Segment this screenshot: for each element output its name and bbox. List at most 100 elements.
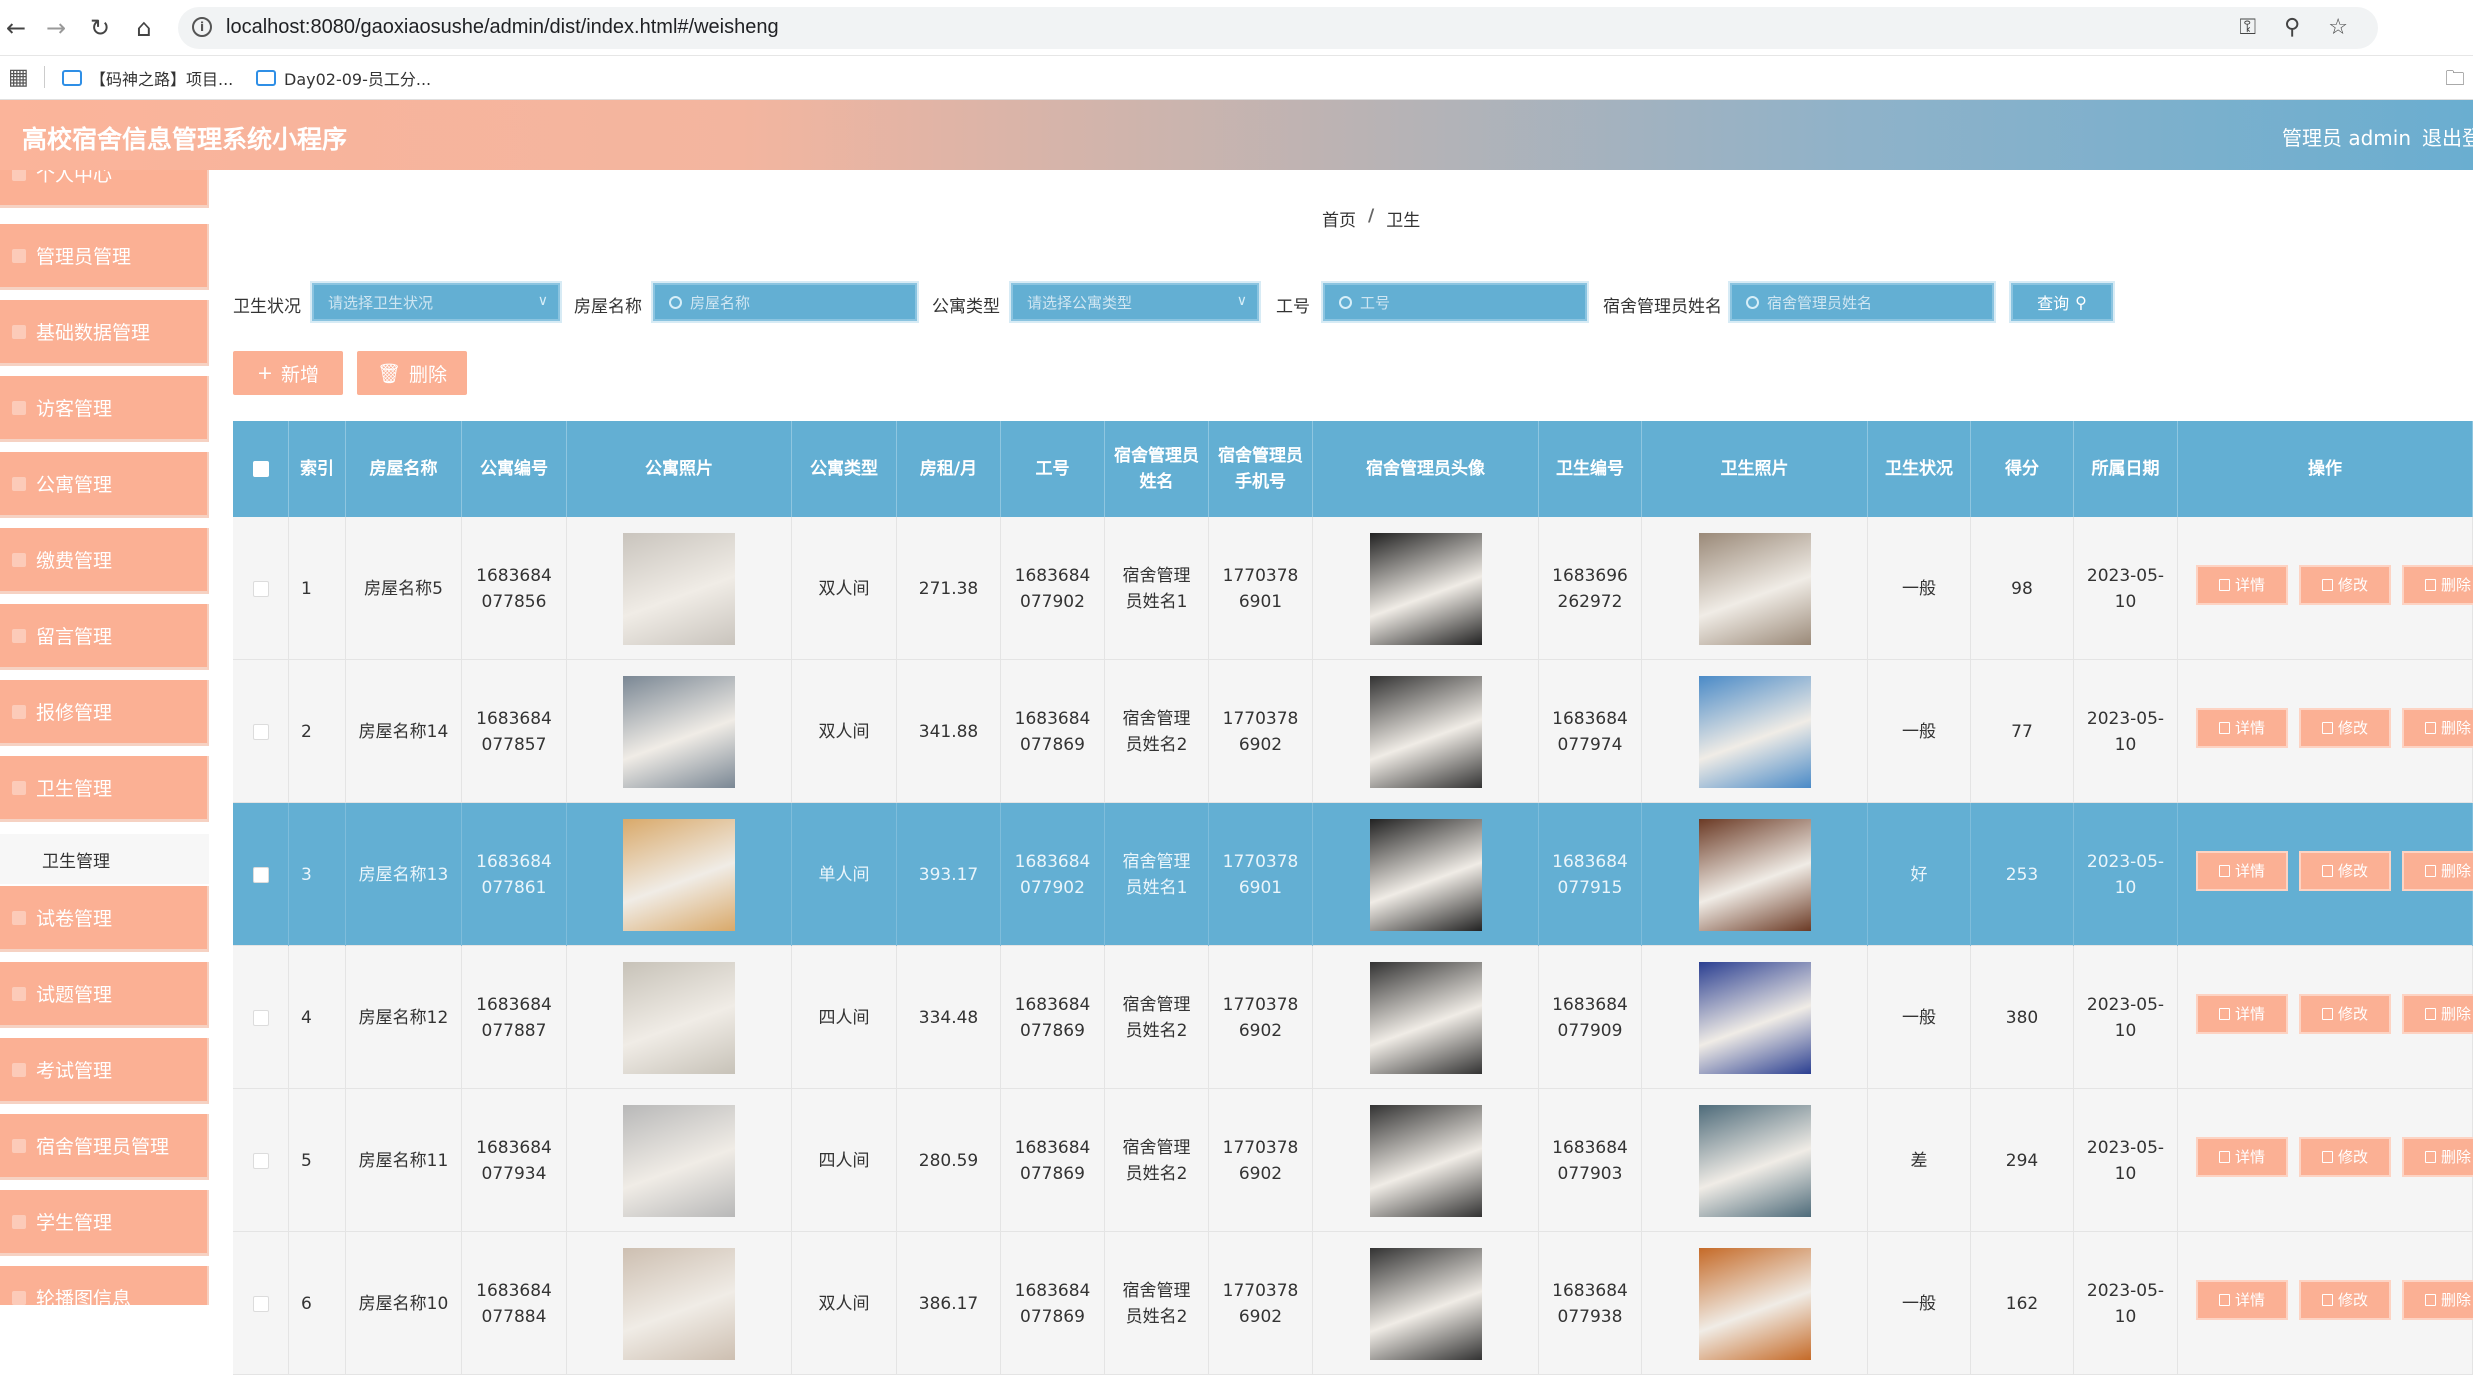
hygiene-photo[interactable] xyxy=(1698,818,1811,931)
column-header[interactable]: 宿舍管理员头像 xyxy=(1313,421,1539,517)
table-row[interactable]: 5 房屋名称11 1683684077934 四人间 280.59 16836840778… xyxy=(233,1089,2473,1232)
apartment-photo[interactable] xyxy=(623,1104,735,1217)
back-icon[interactable]: ← xyxy=(0,12,32,44)
column-header[interactable]: 公寓编号 xyxy=(462,421,567,517)
row-delete-button[interactable]: 删除 xyxy=(2402,1137,2473,1177)
folder-icon[interactable]: 🗀 xyxy=(2445,64,2465,98)
edit-button[interactable]: 修改 xyxy=(2299,851,2391,891)
address-bar[interactable]: i localhost:8080/gaoxiaosushe/admin/dist… xyxy=(178,7,2378,49)
logout-link[interactable]: 退出登 xyxy=(2422,122,2473,151)
row-checkbox[interactable] xyxy=(252,1152,269,1169)
home-icon[interactable]: ⌂ xyxy=(128,12,160,44)
manager-avatar[interactable] xyxy=(1369,1247,1482,1360)
delete-button[interactable]: 🗑 删除 xyxy=(357,351,467,395)
table-row[interactable]: 4 房屋名称12 1683684077887 四人间 334.48 16836840778… xyxy=(233,946,2473,1089)
forward-icon[interactable]: → xyxy=(40,12,72,44)
column-header[interactable]: 宿舍管理员手机号 xyxy=(1209,421,1313,517)
detail-button[interactable]: 详情 xyxy=(2196,708,2288,748)
row-checkbox[interactable] xyxy=(252,1295,269,1312)
row-delete-button[interactable]: 删除 xyxy=(2402,1280,2473,1320)
detail-button[interactable]: 详情 xyxy=(2196,994,2288,1034)
column-header[interactable]: 房屋名称 xyxy=(346,421,462,517)
sidebar-item-dorm-manager[interactable]: 宿舍管理员管理 xyxy=(0,1114,209,1180)
site-info-icon[interactable]: i xyxy=(192,17,212,37)
table-row[interactable]: 3 房屋名称13 1683684077861 单人间 393.17 16836840779… xyxy=(233,803,2473,946)
zoom-icon[interactable]: ⚲ xyxy=(2284,15,2300,40)
column-header[interactable]: 索引 xyxy=(289,421,346,517)
sidebar-subitem-hygiene[interactable]: 卫生管理 xyxy=(0,834,209,884)
sidebar-item-admin[interactable]: 管理员管理 xyxy=(0,224,209,290)
bookmark-item-1[interactable]: 【码神之路】项目... xyxy=(62,66,233,90)
bookmark-star-icon[interactable]: ☆ xyxy=(2328,15,2348,40)
column-header[interactable]: 公寓类型 xyxy=(792,421,897,517)
breadcrumb-home[interactable]: 首页 xyxy=(1322,206,1356,231)
hygiene-photo[interactable] xyxy=(1698,675,1811,788)
sidebar-item-repair[interactable]: 报修管理 xyxy=(0,680,209,746)
bookmark-item-2[interactable]: Day02-09-员工分... xyxy=(256,66,431,90)
reload-icon[interactable]: ↻ xyxy=(84,12,116,44)
sidebar-item-message[interactable]: 留言管理 xyxy=(0,604,209,670)
apartment-photo[interactable] xyxy=(623,818,735,931)
table-row[interactable]: 1 房屋名称5 1683684077856 双人间 271.38 168368407790… xyxy=(233,517,2473,660)
row-delete-button[interactable]: 删除 xyxy=(2402,708,2473,748)
sidebar-item-carousel[interactable]: 轮播图信息 xyxy=(0,1266,209,1305)
table-row[interactable]: 2 房屋名称14 1683684077857 双人间 341.88 16836840778… xyxy=(233,660,2473,803)
edit-button[interactable]: 修改 xyxy=(2299,1280,2391,1320)
row-checkbox[interactable] xyxy=(252,580,269,597)
detail-button[interactable]: 详情 xyxy=(2196,1280,2288,1320)
table-row[interactable]: 6 房屋名称10 1683684077884 双人间 386.17 16836840778… xyxy=(233,1232,2473,1375)
manager-avatar[interactable] xyxy=(1369,1104,1482,1217)
manager-avatar[interactable] xyxy=(1369,675,1482,788)
column-header[interactable]: 卫生编号 xyxy=(1539,421,1642,517)
manager-avatar[interactable] xyxy=(1369,961,1482,1074)
sidebar-item-apartment[interactable]: 公寓管理 xyxy=(0,452,209,518)
hygiene-photo[interactable] xyxy=(1698,961,1811,1074)
apartment-photo[interactable] xyxy=(623,532,735,645)
row-delete-button[interactable]: 删除 xyxy=(2402,851,2473,891)
column-header[interactable]: 公寓照片 xyxy=(567,421,792,517)
password-key-icon[interactable]: ⚿ xyxy=(2239,15,2256,40)
column-header[interactable]: 所属日期 xyxy=(2074,421,2178,517)
sidebar-item-student[interactable]: 学生管理 xyxy=(0,1190,209,1256)
hygiene-photo[interactable] xyxy=(1698,1104,1811,1217)
status-select[interactable]: 请选择卫生状况 ∨ xyxy=(312,283,560,321)
detail-button[interactable]: 详情 xyxy=(2196,1137,2288,1177)
column-header[interactable]: 卫生照片 xyxy=(1642,421,1868,517)
row-checkbox[interactable] xyxy=(252,1009,269,1026)
column-header[interactable]: 房租/月 xyxy=(897,421,1001,517)
sidebar-item-exam-paper[interactable]: 试卷管理 xyxy=(0,886,209,952)
apartment-photo[interactable] xyxy=(623,1247,735,1360)
edit-button[interactable]: 修改 xyxy=(2299,708,2391,748)
room-name-input[interactable]: 房屋名称 xyxy=(653,283,917,321)
sidebar-item-question[interactable]: 试题管理 xyxy=(0,962,209,1028)
apartment-type-select[interactable]: 请选择公寓类型 ∨ xyxy=(1011,283,1259,321)
edit-button[interactable]: 修改 xyxy=(2299,565,2391,605)
column-header[interactable]: 卫生状况 xyxy=(1868,421,1971,517)
sidebar-item-profile[interactable]: 个人中心 xyxy=(0,170,209,208)
sidebar-item-visitor[interactable]: 访客管理 xyxy=(0,376,209,442)
row-checkbox[interactable] xyxy=(252,723,269,740)
row-delete-button[interactable]: 删除 xyxy=(2402,565,2473,605)
sidebar-item-hygiene[interactable]: 卫生管理 xyxy=(0,756,209,822)
column-header[interactable]: 宿舍管理员姓名 xyxy=(1105,421,1209,517)
sidebar-item-payment[interactable]: 缴费管理 xyxy=(0,528,209,594)
column-header[interactable]: 操作 xyxy=(2178,421,2473,517)
apartment-photo[interactable] xyxy=(623,961,735,1074)
sidebar-item-basic-data[interactable]: 基础数据管理 xyxy=(0,300,209,366)
edit-button[interactable]: 修改 xyxy=(2299,994,2391,1034)
worker-id-input[interactable]: 工号 xyxy=(1323,283,1587,321)
detail-button[interactable]: 详情 xyxy=(2196,851,2288,891)
hygiene-photo[interactable] xyxy=(1698,1247,1811,1360)
manager-avatar[interactable] xyxy=(1369,532,1482,645)
apps-grid-icon[interactable]: ▦ xyxy=(8,65,29,90)
select-all-checkbox[interactable] xyxy=(252,461,269,477)
row-delete-button[interactable]: 删除 xyxy=(2402,994,2473,1034)
add-button[interactable]: + 新增 xyxy=(233,351,343,395)
hygiene-photo[interactable] xyxy=(1698,532,1811,645)
edit-button[interactable]: 修改 xyxy=(2299,1137,2391,1177)
detail-button[interactable]: 详情 xyxy=(2196,565,2288,605)
column-header[interactable]: 得分 xyxy=(1971,421,2074,517)
row-checkbox[interactable] xyxy=(252,866,269,883)
query-button[interactable]: 查询 ⚲ xyxy=(2011,283,2113,321)
sidebar-item-exam[interactable]: 考试管理 xyxy=(0,1038,209,1104)
